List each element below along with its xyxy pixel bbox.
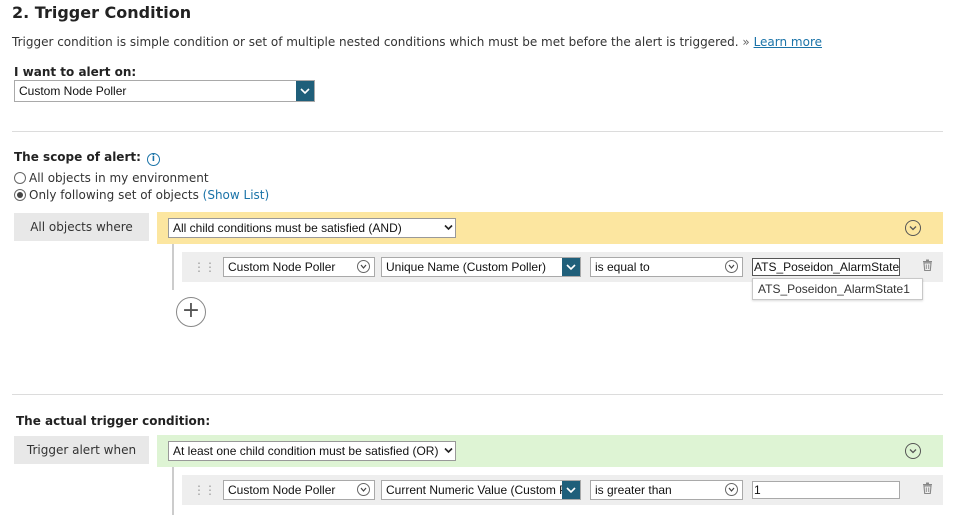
trigger-value-text: 1 [754,483,761,497]
chevron-down-icon [444,219,453,237]
trash-icon[interactable] [922,482,933,497]
trigger-value-input[interactable]: 1 [752,481,900,499]
chevron-down-icon [562,258,580,276]
scope-option-following[interactable]: Only following set of objects (Show List… [14,188,269,202]
chevron-down-icon [296,81,314,101]
or-operator-value: At least one child condition must be sat… [173,444,439,458]
alert-on-value: Custom Node Poller [19,84,127,98]
separator-glyph: » [742,35,750,49]
scope-value-text: ATS_Poseidon_AlarmState [754,260,900,274]
all-objects-where-label: All objects where [14,213,149,241]
divider [12,394,943,395]
trash-icon[interactable] [922,259,933,274]
section-title: 2. Trigger Condition [12,3,192,22]
scope-object-select[interactable]: Custom Node Poller [223,257,375,277]
chevron-down-icon [562,481,580,499]
and-operator-select[interactable]: All child conditions must be satisfied (… [168,218,456,238]
trigger-object-value: Custom Node Poller [228,483,336,497]
chevron-down-icon [357,483,370,496]
show-list-link[interactable]: (Show List) [203,188,270,202]
scope-option-following-label: Only following set of objects [29,188,199,202]
or-operator-select[interactable]: At least one child condition must be sat… [168,441,456,461]
radio-icon[interactable] [14,172,26,184]
chevron-down-icon [357,260,370,273]
scope-field-select[interactable]: Unique Name (Custom Poller) [381,257,581,277]
drag-handle-icon[interactable]: ⋮⋮ [193,260,216,274]
chevron-down-icon [725,483,738,496]
learn-more-link[interactable]: Learn more [754,35,822,49]
divider [12,131,943,132]
drag-handle-icon[interactable]: ⋮⋮ [193,483,216,497]
info-icon[interactable]: i [146,153,160,166]
scope-comparator-select[interactable]: is equal to [590,257,743,277]
chevron-down-icon [444,442,453,460]
alert-on-label: I want to alert on: [14,65,137,79]
scope-field-value: Unique Name (Custom Poller) [386,260,547,274]
trigger-alert-when-label: Trigger alert when [14,436,149,464]
autocomplete-suggestion[interactable]: ATS_Poseidon_AlarmState1 [752,278,923,300]
scope-comparator-value: is equal to [595,260,650,274]
collapse-and-group-icon[interactable] [905,220,921,236]
and-operator-value: All child conditions must be satisfied (… [173,221,402,235]
plus-circle-icon[interactable]: + [176,297,206,327]
scope-option-all-label: All objects in my environment [29,171,209,185]
trigger-label: The actual trigger condition: [16,414,211,428]
section-description: Trigger condition is simple condition or… [12,35,822,49]
radio-checked-icon[interactable] [14,189,26,201]
chevron-down-icon [725,260,738,273]
scope-label-text: The scope of alert: [14,150,141,164]
suggestion-text: ATS_Poseidon_AlarmState1 [758,282,910,296]
trigger-field-value: Current Numeric Value (Custom Poller) [386,483,581,497]
tree-line [172,467,174,515]
description-text: Trigger condition is simple condition or… [12,35,739,49]
scope-option-all[interactable]: All objects in my environment [14,171,209,185]
trigger-comparator-value: is greater than [595,483,672,497]
scope-object-value: Custom Node Poller [228,260,336,274]
alert-on-select[interactable]: Custom Node Poller [14,80,315,102]
collapse-or-group-icon[interactable] [905,443,921,459]
scope-value-input[interactable]: ATS_Poseidon_AlarmState [752,258,900,276]
trigger-field-select[interactable]: Current Numeric Value (Custom Poller) [381,480,581,500]
tree-line [172,244,174,290]
trigger-object-select[interactable]: Custom Node Poller [223,480,375,500]
trigger-comparator-select[interactable]: is greater than [590,480,743,500]
scope-label: The scope of alert: i [14,150,160,166]
